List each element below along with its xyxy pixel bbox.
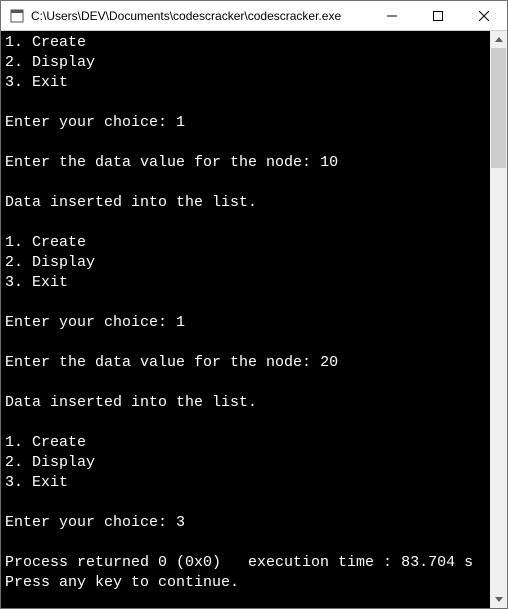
chevron-up-icon [495,37,503,42]
titlebar[interactable]: C:\Users\DEV\Documents\codescracker\code… [1,1,507,31]
window-title: C:\Users\DEV\Documents\codescracker\code… [31,9,369,23]
menu-option-1: 1. Create [5,234,86,251]
close-icon [479,11,489,21]
data-input-2: 20 [320,354,338,371]
choice-prompt: Enter your choice: [5,314,176,331]
scroll-down-button[interactable] [490,591,507,608]
press-key: Press any key to continue. [5,574,239,591]
app-icon [9,8,25,24]
minimize-button[interactable] [369,1,415,30]
menu-option-1: 1. Create [5,34,86,51]
maximize-icon [433,11,443,21]
data-input-1: 10 [320,154,338,171]
menu-option-2: 2. Display [5,254,95,271]
window-controls [369,1,507,30]
menu-option-1: 1. Create [5,434,86,451]
data-prompt: Enter the data value for the node: [5,154,320,171]
menu-option-3: 3. Exit [5,474,68,491]
menu-option-3: 3. Exit [5,274,68,291]
choice-prompt: Enter your choice: [5,114,176,131]
menu-option-2: 2. Display [5,54,95,71]
minimize-icon [387,11,397,21]
data-prompt: Enter the data value for the node: [5,354,320,371]
menu-option-2: 2. Display [5,454,95,471]
app-window: C:\Users\DEV\Documents\codescracker\code… [0,0,508,609]
console-area: 1. Create 2. Display 3. Exit Enter your … [1,31,507,608]
scrollbar-thumb[interactable] [491,48,506,168]
scroll-up-button[interactable] [490,31,507,48]
inserted-msg: Data inserted into the list. [5,194,257,211]
console-output[interactable]: 1. Create 2. Display 3. Exit Enter your … [1,31,490,608]
vertical-scrollbar[interactable] [490,31,507,608]
maximize-button[interactable] [415,1,461,30]
choice-input-3: 3 [176,514,185,531]
process-returned: Process returned 0 (0x0) execution time … [5,554,473,571]
menu-option-3: 3. Exit [5,74,68,91]
chevron-down-icon [495,597,503,602]
choice-prompt: Enter your choice: [5,514,176,531]
inserted-msg: Data inserted into the list. [5,394,257,411]
close-button[interactable] [461,1,507,30]
choice-input-1: 1 [176,114,185,131]
choice-input-2: 1 [176,314,185,331]
